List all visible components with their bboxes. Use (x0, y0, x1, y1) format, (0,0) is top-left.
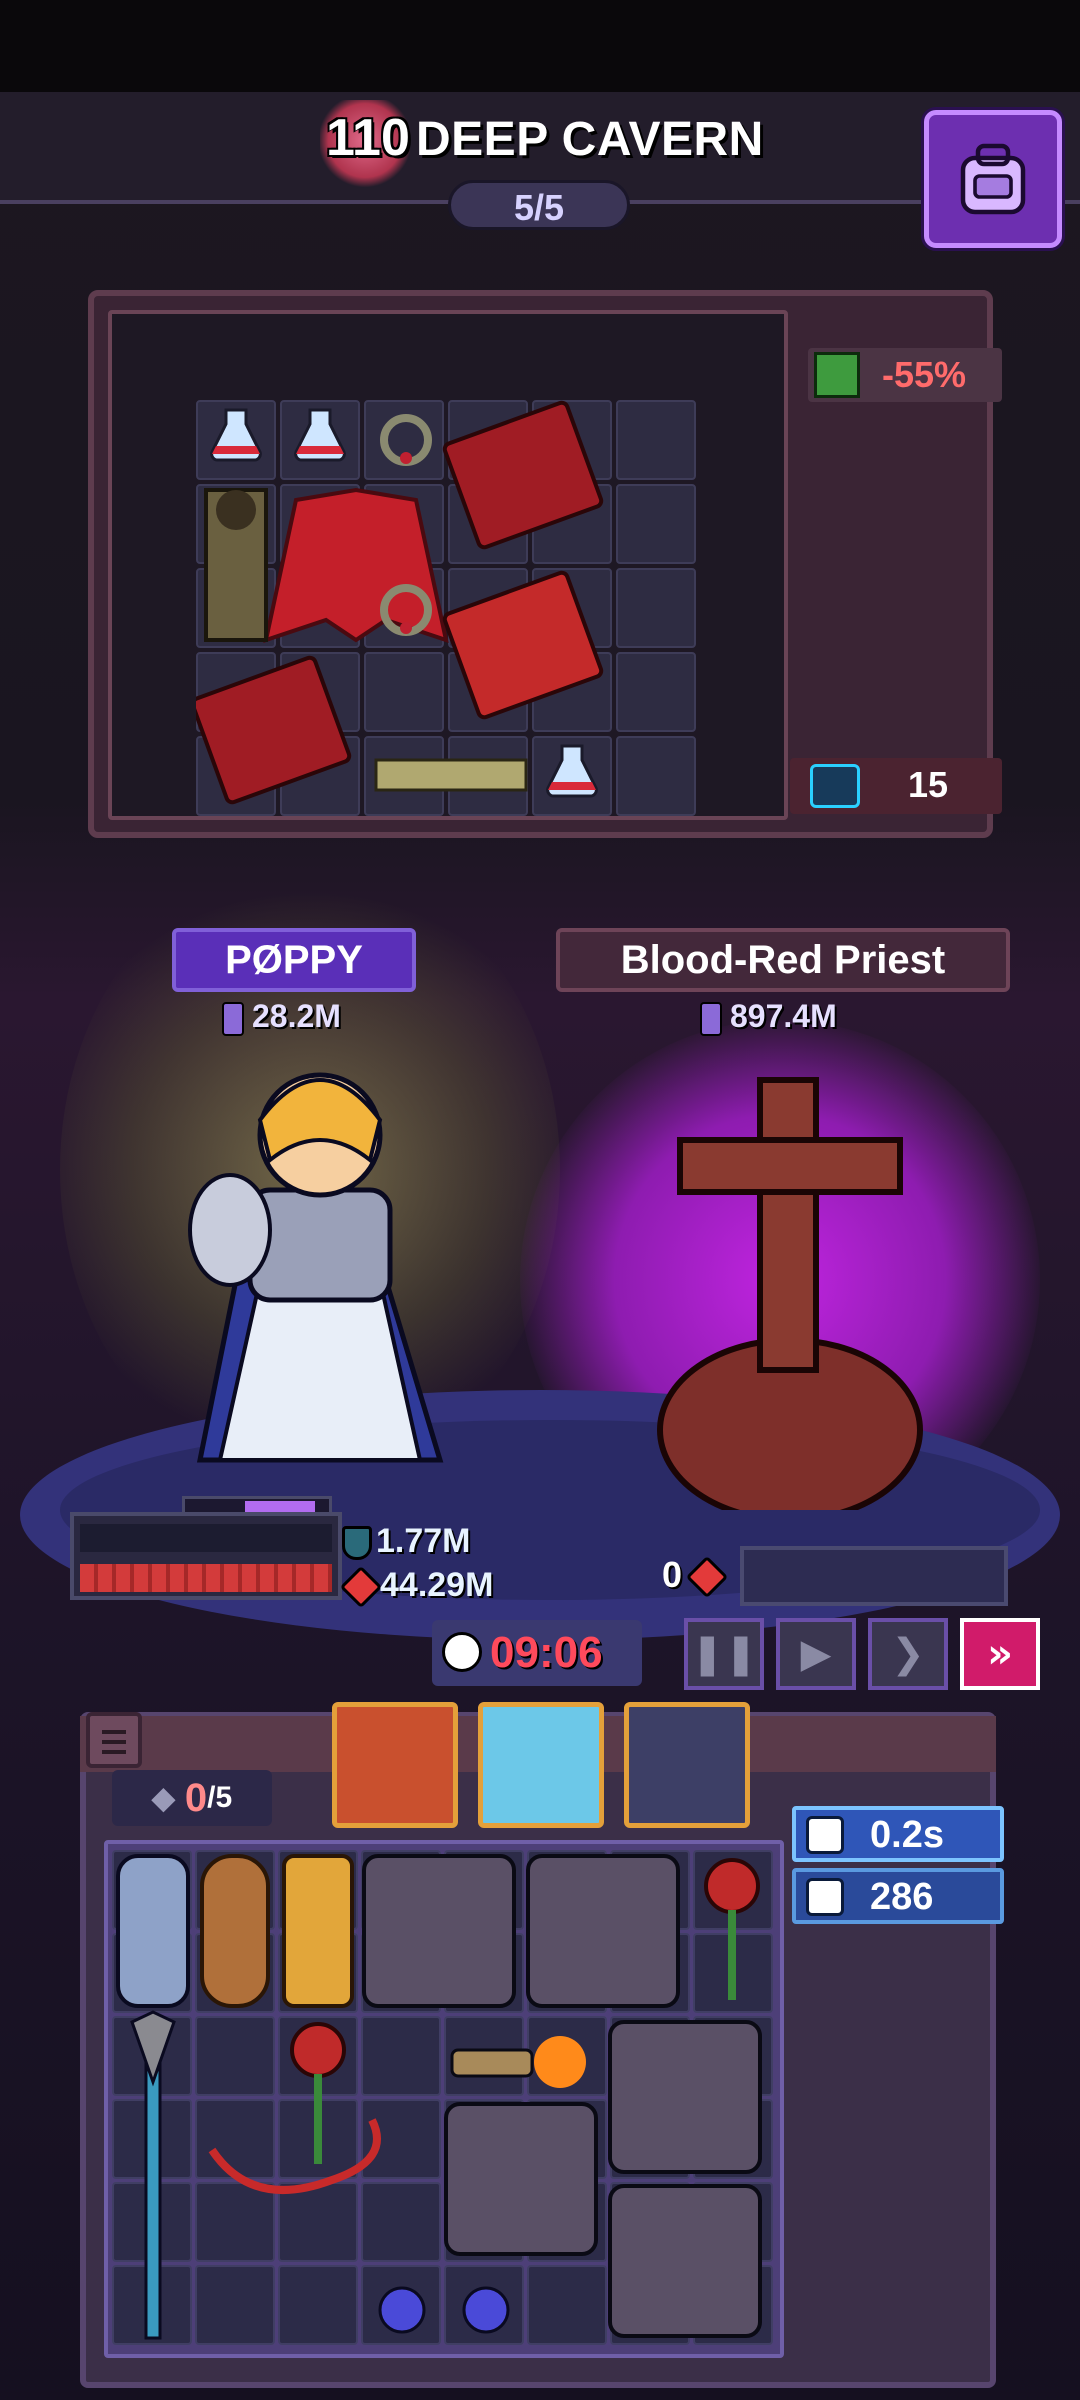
hero-shield-value: 1.77M (376, 1522, 471, 1560)
slots-badge: ◆ 0 /5 (112, 1770, 272, 1826)
slots-total: /5 (207, 1781, 233, 1814)
hero-power: 28.2M (222, 998, 341, 1036)
speed-2x-button[interactable]: ❯ (868, 1618, 948, 1690)
backpack-button[interactable] (924, 110, 1062, 248)
regen-down-icon (814, 352, 860, 398)
gem-icon[interactable] (462, 2286, 510, 2334)
cloak-icon (263, 487, 449, 644)
enemy-debuff: -55% (808, 348, 1002, 402)
fox-statue-icon[interactable] (282, 1854, 354, 2008)
menu-icon (102, 1750, 126, 1754)
heart-icon (685, 1556, 729, 1599)
spellbook-icon (442, 400, 604, 550)
crystal-shield-icon[interactable] (116, 1854, 190, 2008)
armor-icon[interactable] (526, 1854, 680, 2008)
play-icon: ▶ (800, 1631, 832, 1677)
timer-value: 09:06 (490, 1628, 603, 1677)
cooldown-tag: 0.2s (792, 1806, 1004, 1862)
enemy-sprite[interactable] (640, 1070, 940, 1510)
enemy-power-value: 897.4M (730, 998, 837, 1034)
player-items (116, 1854, 762, 2340)
hero-health-value: 44.29M (380, 1566, 494, 1604)
menu-icon (102, 1730, 126, 1734)
gear-icon (810, 764, 860, 808)
stage-name: DEEP CAVERN (416, 113, 764, 166)
enemy-item-count-value: 15 (908, 764, 949, 805)
menu-icon (102, 1740, 126, 1744)
enemy-name-plate: Blood-Red Priest (556, 928, 1010, 992)
chevron-right-icon: ❯ (891, 1631, 925, 1677)
potion-icon (294, 408, 346, 462)
wave-counter: 5/5 (448, 180, 630, 230)
wave-text: 5/5 (513, 187, 565, 228)
hero-health-bar (80, 1564, 332, 1592)
hero-name-plate: PØPPY (172, 928, 416, 992)
hero-health-bars (70, 1512, 342, 1600)
hero-shield-bar (80, 1524, 332, 1552)
pet-slot-beast[interactable] (624, 1702, 750, 1828)
hero-shield-stat: 1.77M (342, 1522, 471, 1561)
pet-slot-dragon[interactable] (332, 1702, 458, 1828)
enemy-health-value: 0 (662, 1554, 683, 1595)
enemy-item-count: 15 (790, 758, 1002, 814)
debuff-value: -55% (882, 354, 967, 395)
potion-icon (210, 408, 262, 462)
slots-used: 0 (184, 1775, 208, 1820)
cooldown-value: 0.2s (870, 1814, 944, 1856)
potion-icon (546, 744, 598, 798)
enemy-power: 897.4M (700, 998, 837, 1036)
bones-icon (374, 758, 528, 792)
spear-icon[interactable] (130, 2010, 176, 2340)
pause-icon: ❚❚ (690, 1631, 758, 1677)
menu-button[interactable] (86, 1712, 142, 1768)
pause-button[interactable]: ❚❚ (684, 1618, 764, 1690)
armor-icon[interactable] (608, 2020, 762, 2174)
item-count-tag: 286 (792, 1868, 1004, 1924)
enemy-health-stat: 0 (662, 1554, 729, 1599)
ring-icon (380, 414, 432, 466)
speed-3x-button[interactable]: » (960, 1618, 1040, 1690)
armor-icon[interactable] (362, 1854, 516, 2008)
enemy-items (196, 400, 604, 805)
heart-icon (339, 1565, 383, 1609)
diamond-icon: ◆ (151, 1781, 175, 1815)
sword-icon (222, 1001, 244, 1036)
whip-icon[interactable] (208, 2118, 381, 2194)
armor-icon[interactable] (608, 2184, 762, 2338)
hooded-figure-icon (204, 488, 268, 642)
wooden-shield-icon[interactable] (200, 1854, 270, 2008)
spellbook-icon (196, 655, 352, 805)
skull-icon (442, 1632, 482, 1672)
hero-health-fill (80, 1564, 332, 1592)
pet-slot-slime[interactable] (478, 1702, 604, 1828)
status-strip (0, 0, 1080, 92)
backpack-icon (960, 143, 1026, 215)
hero-power-value: 28.2M (252, 998, 341, 1034)
sword-icon (700, 1001, 722, 1036)
spellbook-icon (442, 570, 604, 720)
fire-cannon-icon[interactable] (450, 2036, 586, 2088)
stage-number: 110 (326, 109, 410, 167)
play-button[interactable]: ▶ (776, 1618, 856, 1690)
enemy-health-bar (740, 1546, 1008, 1606)
hero-health-stat: 44.29M (339, 1565, 494, 1609)
hero-sprite[interactable] (140, 1040, 500, 1500)
rose-icon[interactable] (290, 2022, 346, 2164)
armor-icon[interactable] (444, 2102, 598, 2256)
shield-icon (342, 1526, 372, 1561)
rose-icon[interactable] (704, 1858, 760, 2000)
gem-icon[interactable] (378, 2286, 426, 2334)
double-chevron-icon: » (987, 1631, 1013, 1677)
game-screen: 110 DEEP CAVERN 5/5 -55% 15 PØPPY 28.2M … (0, 0, 1080, 2400)
item-count-value: 286 (870, 1876, 934, 1918)
battle-timer: 09:06 (432, 1620, 642, 1686)
